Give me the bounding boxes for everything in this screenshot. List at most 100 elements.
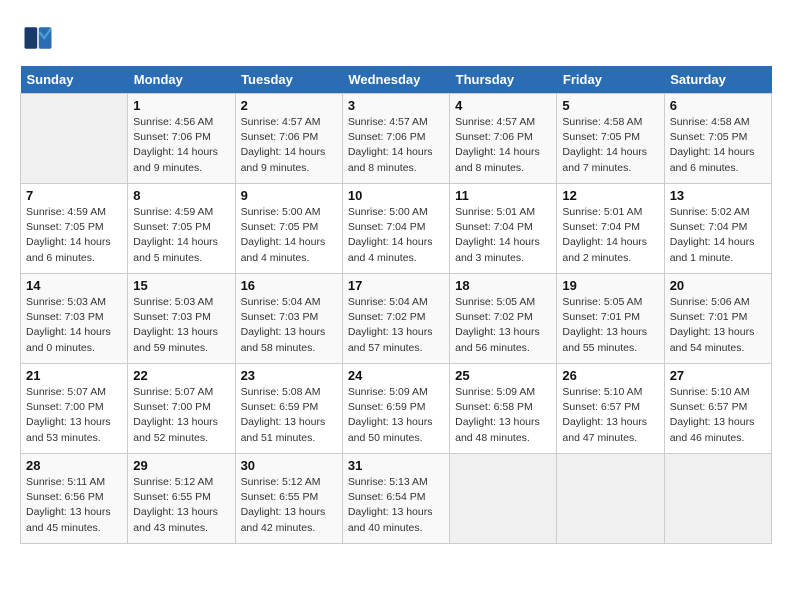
day-cell: 15 Sunrise: 5:03 AM Sunset: 7:03 PM Dayli… (128, 274, 235, 364)
day-cell: 14 Sunrise: 5:03 AM Sunset: 7:03 PM Dayli… (21, 274, 128, 364)
day-cell: 19 Sunrise: 5:05 AM Sunset: 7:01 PM Dayli… (557, 274, 664, 364)
day-cell: 18 Sunrise: 5:05 AM Sunset: 7:02 PM Dayli… (450, 274, 557, 364)
week-row-5: 28 Sunrise: 5:11 AM Sunset: 6:56 PM Dayli… (21, 454, 772, 544)
day-info: Sunrise: 5:00 AM Sunset: 7:04 PM Dayligh… (348, 205, 444, 266)
day-number: 10 (348, 188, 444, 203)
day-info: Sunrise: 5:01 AM Sunset: 7:04 PM Dayligh… (562, 205, 658, 266)
header-day-wednesday: Wednesday (342, 66, 449, 94)
day-info: Sunrise: 5:03 AM Sunset: 7:03 PM Dayligh… (26, 295, 122, 356)
day-number: 8 (133, 188, 229, 203)
day-info: Sunrise: 5:01 AM Sunset: 7:04 PM Dayligh… (455, 205, 551, 266)
header-day-saturday: Saturday (664, 66, 771, 94)
day-number: 4 (455, 98, 551, 113)
day-info: Sunrise: 4:59 AM Sunset: 7:05 PM Dayligh… (133, 205, 229, 266)
day-info: Sunrise: 4:59 AM Sunset: 7:05 PM Dayligh… (26, 205, 122, 266)
page-header (20, 20, 772, 56)
day-cell: 3 Sunrise: 4:57 AM Sunset: 7:06 PM Daylig… (342, 94, 449, 184)
logo-icon (20, 20, 56, 56)
day-number: 18 (455, 278, 551, 293)
week-row-2: 7 Sunrise: 4:59 AM Sunset: 7:05 PM Daylig… (21, 184, 772, 274)
logo (20, 20, 62, 56)
week-row-4: 21Sunrise: 5:07 AM Sunset: 7:00 PM Dayli… (21, 364, 772, 454)
day-cell: 16 Sunrise: 5:04 AM Sunset: 7:03 PM Dayli… (235, 274, 342, 364)
day-cell: 31 Sunrise: 5:13 AM Sunset: 6:54 PM Dayli… (342, 454, 449, 544)
day-info: Sunrise: 5:05 AM Sunset: 7:02 PM Dayligh… (455, 295, 551, 356)
day-cell: 24 Sunrise: 5:09 AM Sunset: 6:59 PM Dayli… (342, 364, 449, 454)
day-info: Sunrise: 4:58 AM Sunset: 7:05 PM Dayligh… (562, 115, 658, 176)
day-number: 2 (241, 98, 337, 113)
day-info: Sunrise: 5:02 AM Sunset: 7:04 PM Dayligh… (670, 205, 766, 266)
day-cell: 23 Sunrise: 5:08 AM Sunset: 6:59 PM Dayli… (235, 364, 342, 454)
header-day-thursday: Thursday (450, 66, 557, 94)
day-cell: 1Sunrise: 4:56 AM Sunset: 7:06 PM Daylig… (128, 94, 235, 184)
day-cell (450, 454, 557, 544)
day-info: Sunrise: 4:57 AM Sunset: 7:06 PM Dayligh… (455, 115, 551, 176)
day-number: 5 (562, 98, 658, 113)
day-number: 13 (670, 188, 766, 203)
day-number: 19 (562, 278, 658, 293)
day-number: 16 (241, 278, 337, 293)
day-number: 17 (348, 278, 444, 293)
day-cell: 22Sunrise: 5:07 AM Sunset: 7:00 PM Dayli… (128, 364, 235, 454)
day-number: 9 (241, 188, 337, 203)
day-info: Sunrise: 4:57 AM Sunset: 7:06 PM Dayligh… (348, 115, 444, 176)
day-number: 28 (26, 458, 122, 473)
day-info: Sunrise: 5:08 AM Sunset: 6:59 PM Dayligh… (241, 385, 337, 446)
day-info: Sunrise: 5:06 AM Sunset: 7:01 PM Dayligh… (670, 295, 766, 356)
day-info: Sunrise: 5:10 AM Sunset: 6:57 PM Dayligh… (562, 385, 658, 446)
day-number: 27 (670, 368, 766, 383)
day-info: Sunrise: 5:10 AM Sunset: 6:57 PM Dayligh… (670, 385, 766, 446)
day-info: Sunrise: 5:03 AM Sunset: 7:03 PM Dayligh… (133, 295, 229, 356)
day-cell: 5 Sunrise: 4:58 AM Sunset: 7:05 PM Daylig… (557, 94, 664, 184)
day-info: Sunrise: 5:07 AM Sunset: 7:00 PM Dayligh… (26, 385, 122, 446)
day-info: Sunrise: 5:09 AM Sunset: 6:58 PM Dayligh… (455, 385, 551, 446)
day-cell: 9 Sunrise: 5:00 AM Sunset: 7:05 PM Daylig… (235, 184, 342, 274)
day-info: Sunrise: 5:11 AM Sunset: 6:56 PM Dayligh… (26, 475, 122, 536)
day-info: Sunrise: 5:04 AM Sunset: 7:02 PM Dayligh… (348, 295, 444, 356)
day-number: 14 (26, 278, 122, 293)
day-number: 24 (348, 368, 444, 383)
day-cell: 4 Sunrise: 4:57 AM Sunset: 7:06 PM Daylig… (450, 94, 557, 184)
day-cell: 2Sunrise: 4:57 AM Sunset: 7:06 PM Daylig… (235, 94, 342, 184)
day-number: 1 (133, 98, 229, 113)
day-info: Sunrise: 5:00 AM Sunset: 7:05 PM Dayligh… (241, 205, 337, 266)
calendar-table: SundayMondayTuesdayWednesdayThursdayFrid… (20, 66, 772, 544)
day-number: 7 (26, 188, 122, 203)
week-row-3: 14 Sunrise: 5:03 AM Sunset: 7:03 PM Dayli… (21, 274, 772, 364)
day-info: Sunrise: 5:07 AM Sunset: 7:00 PM Dayligh… (133, 385, 229, 446)
day-cell: 8 Sunrise: 4:59 AM Sunset: 7:05 PM Daylig… (128, 184, 235, 274)
week-row-1: 1Sunrise: 4:56 AM Sunset: 7:06 PM Daylig… (21, 94, 772, 184)
header-row: SundayMondayTuesdayWednesdayThursdayFrid… (21, 66, 772, 94)
day-cell: 21Sunrise: 5:07 AM Sunset: 7:00 PM Dayli… (21, 364, 128, 454)
day-info: Sunrise: 5:04 AM Sunset: 7:03 PM Dayligh… (241, 295, 337, 356)
day-cell: 30 Sunrise: 5:12 AM Sunset: 6:55 PM Dayli… (235, 454, 342, 544)
day-info: Sunrise: 5:12 AM Sunset: 6:55 PM Dayligh… (241, 475, 337, 536)
header-day-monday: Monday (128, 66, 235, 94)
day-number: 6 (670, 98, 766, 113)
day-cell (664, 454, 771, 544)
day-cell: 27 Sunrise: 5:10 AM Sunset: 6:57 PM Dayli… (664, 364, 771, 454)
header-day-tuesday: Tuesday (235, 66, 342, 94)
day-cell (21, 94, 128, 184)
day-number: 15 (133, 278, 229, 293)
day-info: Sunrise: 5:05 AM Sunset: 7:01 PM Dayligh… (562, 295, 658, 356)
day-number: 23 (241, 368, 337, 383)
calendar-body: 1Sunrise: 4:56 AM Sunset: 7:06 PM Daylig… (21, 94, 772, 544)
day-number: 11 (455, 188, 551, 203)
day-number: 3 (348, 98, 444, 113)
day-info: Sunrise: 5:13 AM Sunset: 6:54 PM Dayligh… (348, 475, 444, 536)
day-number: 20 (670, 278, 766, 293)
day-number: 30 (241, 458, 337, 473)
calendar-header: SundayMondayTuesdayWednesdayThursdayFrid… (21, 66, 772, 94)
day-cell: 26Sunrise: 5:10 AM Sunset: 6:57 PM Dayli… (557, 364, 664, 454)
day-cell: 13 Sunrise: 5:02 AM Sunset: 7:04 PM Dayli… (664, 184, 771, 274)
day-cell: 25Sunrise: 5:09 AM Sunset: 6:58 PM Dayli… (450, 364, 557, 454)
day-cell: 11 Sunrise: 5:01 AM Sunset: 7:04 PM Dayli… (450, 184, 557, 274)
day-cell (557, 454, 664, 544)
day-number: 12 (562, 188, 658, 203)
day-cell: 6Sunrise: 4:58 AM Sunset: 7:05 PM Daylig… (664, 94, 771, 184)
day-cell: 10 Sunrise: 5:00 AM Sunset: 7:04 PM Dayli… (342, 184, 449, 274)
day-info: Sunrise: 5:09 AM Sunset: 6:59 PM Dayligh… (348, 385, 444, 446)
day-number: 31 (348, 458, 444, 473)
header-day-friday: Friday (557, 66, 664, 94)
